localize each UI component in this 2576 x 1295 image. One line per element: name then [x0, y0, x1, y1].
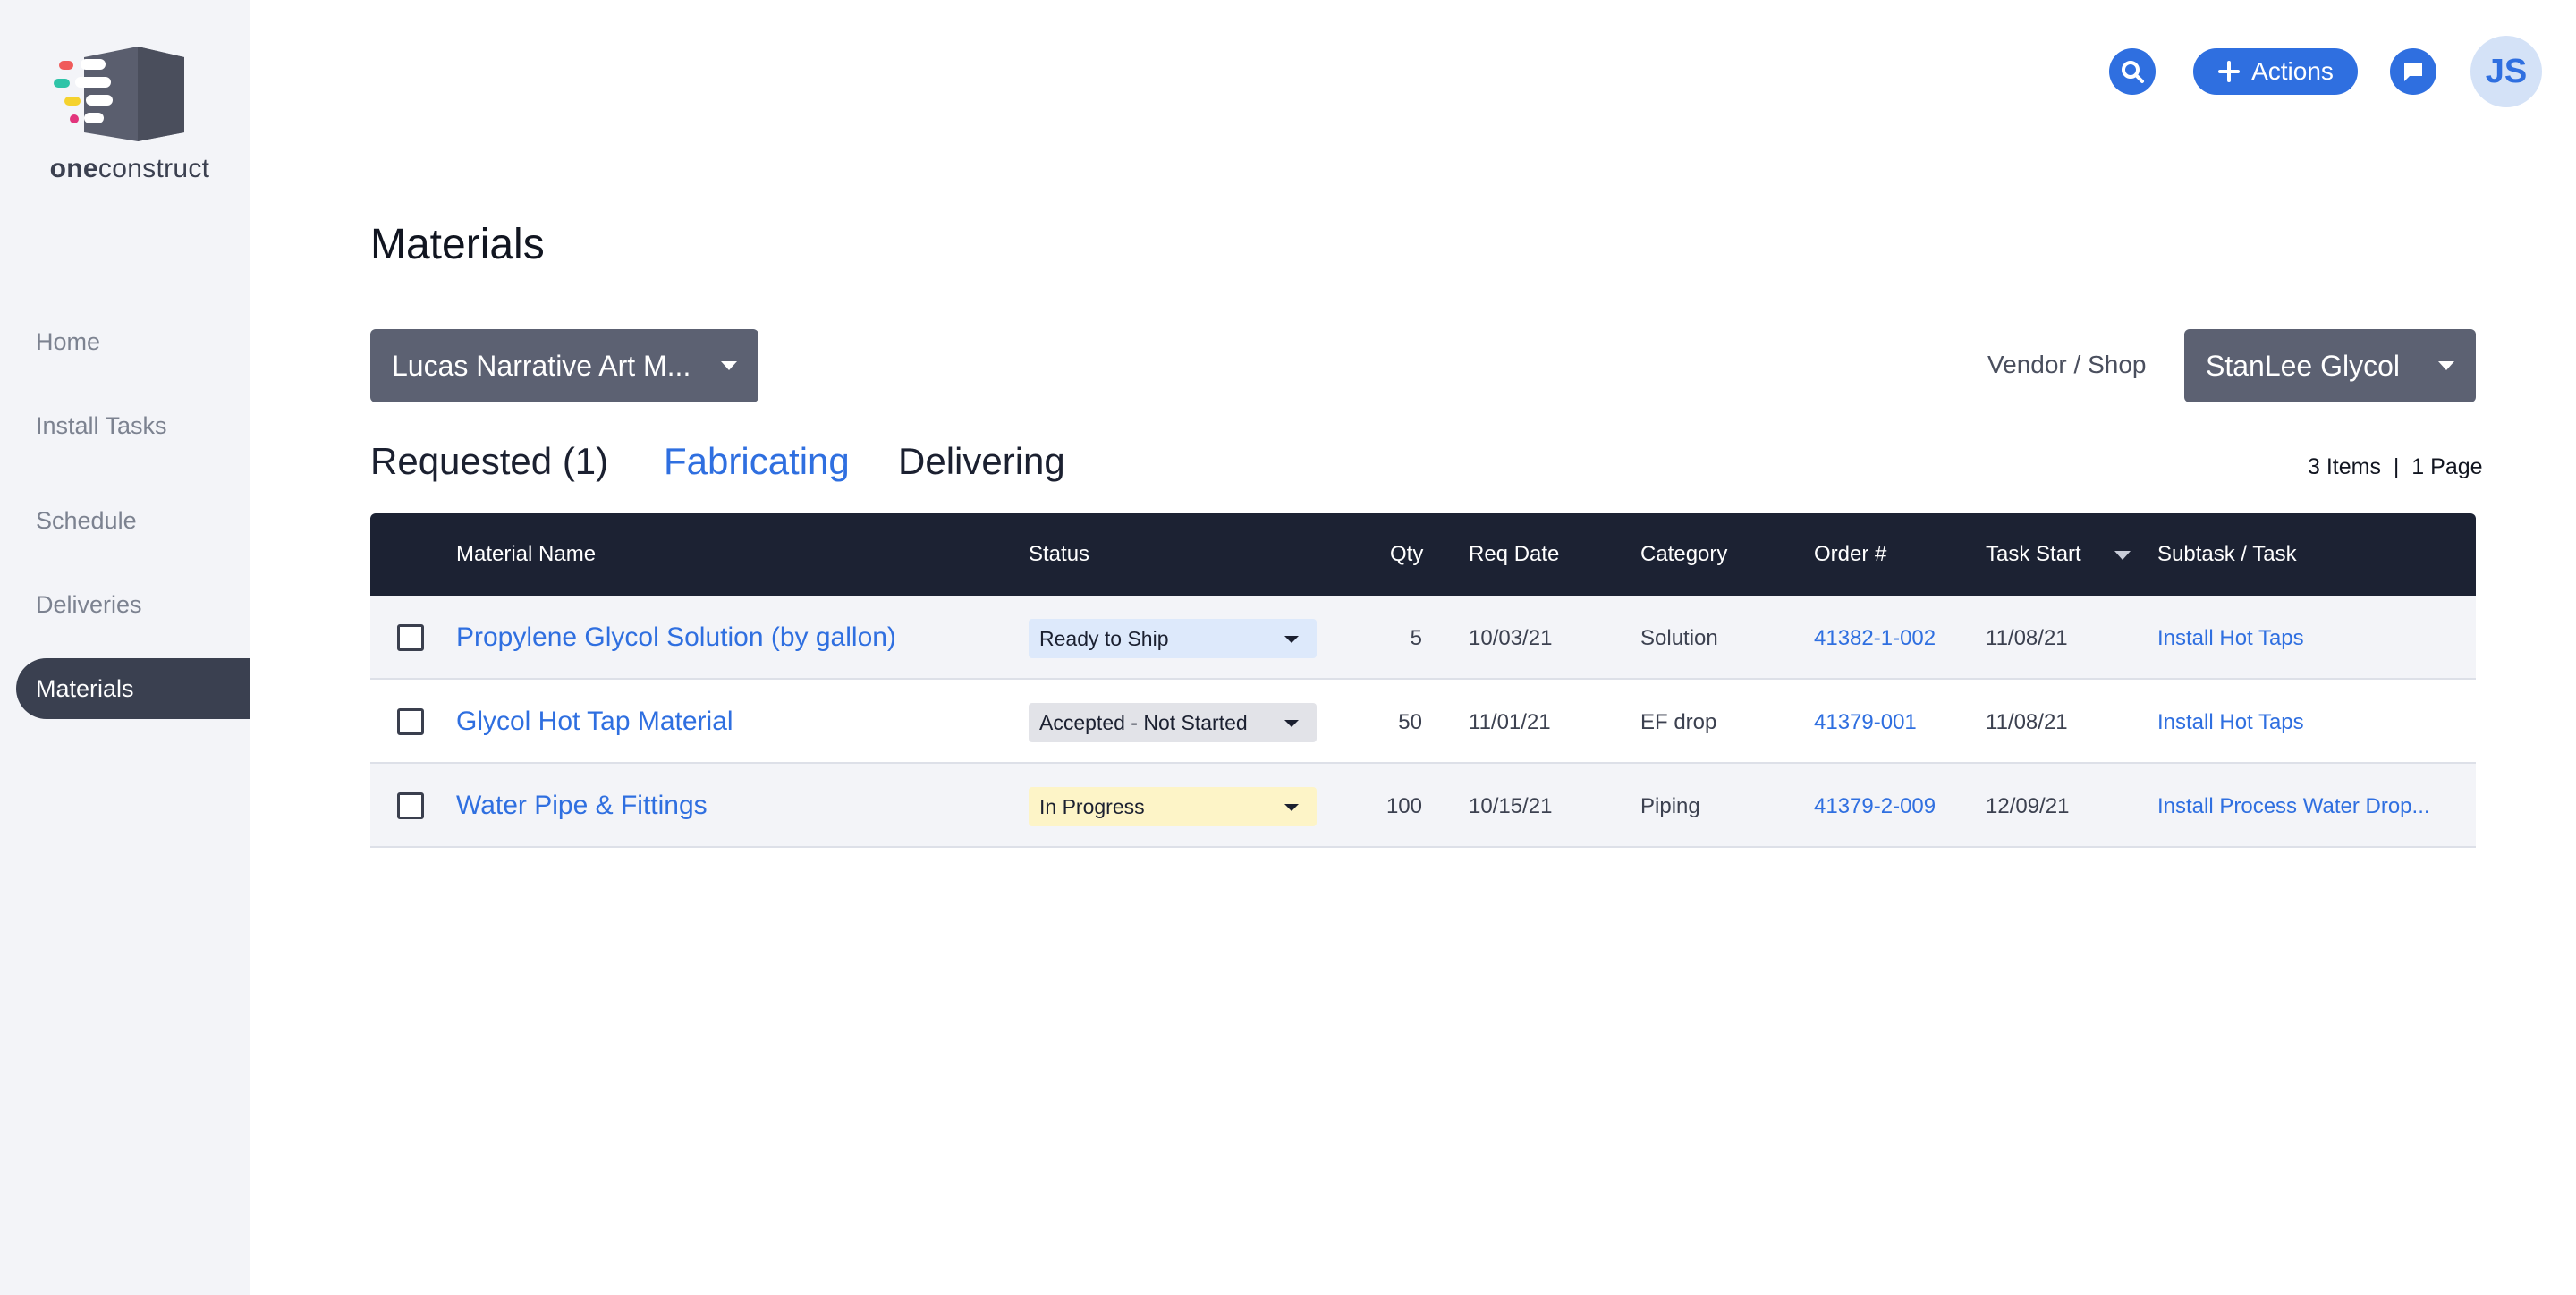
chat-icon: [2404, 63, 2422, 81]
status-value: In Progress: [1039, 794, 1145, 818]
sidebar-item-deliveries[interactable]: Deliveries: [16, 574, 250, 635]
column-header-status[interactable]: Status: [1029, 542, 1089, 567]
vendor-dropdown-value: StanLee Glycol: [2206, 349, 2401, 382]
actions-button[interactable]: Actions: [2193, 48, 2358, 95]
sidebar-item-label: Schedule: [36, 506, 137, 534]
subtask-link[interactable]: Install Process Water Drop...: [2157, 794, 2430, 819]
oneconstruct-logo[interactable]: oneconstruct: [45, 45, 215, 188]
subtask-link[interactable]: Install Hot Taps: [2157, 626, 2304, 651]
logo-mark-icon: [54, 47, 184, 141]
qty-value: 100: [1385, 794, 1422, 818]
chevron-down-icon: [1284, 636, 1299, 643]
sidebar-item-schedule[interactable]: Schedule: [16, 490, 250, 551]
category-value: Solution: [1640, 626, 1718, 650]
sidebar-item-home[interactable]: Home: [16, 311, 250, 372]
qty-value: 50: [1398, 710, 1422, 734]
row-checkbox[interactable]: [397, 792, 424, 819]
pagination-summary: 3 Items | 1 Page: [2308, 454, 2483, 480]
chevron-down-icon: [721, 361, 737, 370]
search-icon: [2122, 61, 2144, 83]
order-link[interactable]: 41379-2-009: [1814, 794, 1936, 819]
req-date-value: 10/03/21: [1469, 626, 1553, 650]
avatar-initials: JS: [2485, 52, 2528, 90]
material-name-link[interactable]: Propylene Glycol Solution (by gallon): [456, 622, 896, 653]
category-value: EF drop: [1640, 710, 1717, 734]
status-value: Ready to Ship: [1039, 626, 1169, 650]
status-select[interactable]: In Progress: [1029, 787, 1317, 826]
vendor-label: Vendor / Shop: [1987, 351, 2147, 378]
task-start-value: 12/09/21: [1986, 794, 2070, 818]
sidebar-item-materials[interactable]: Materials: [16, 658, 250, 719]
order-link[interactable]: 41379-001: [1814, 710, 1917, 735]
table-row: Glycol Hot Tap Material Accepted - Not S…: [370, 680, 2476, 764]
chat-button[interactable]: [2390, 48, 2436, 95]
column-header-req-date[interactable]: Req Date: [1469, 542, 1559, 567]
status-value: Accepted - Not Started: [1039, 710, 1248, 734]
table-row: Propylene Glycol Solution (by gallon) Re…: [370, 596, 2476, 680]
vendor-dropdown[interactable]: StanLee Glycol: [2184, 329, 2476, 402]
tab-delivering[interactable]: Delivering: [898, 440, 1065, 483]
project-dropdown[interactable]: Lucas Narrative Art M...: [370, 329, 758, 402]
material-name-link[interactable]: Glycol Hot Tap Material: [456, 707, 733, 737]
task-start-value: 11/08/21: [1986, 626, 2068, 650]
row-checkbox[interactable]: [397, 708, 424, 735]
tab-fabricating[interactable]: Fabricating: [664, 440, 850, 483]
material-name-link[interactable]: Water Pipe & Fittings: [456, 791, 708, 821]
plus-icon: [2218, 61, 2241, 82]
category-value: Piping: [1640, 794, 1700, 818]
status-select[interactable]: Accepted - Not Started: [1029, 703, 1317, 742]
chevron-down-icon: [1284, 720, 1299, 727]
tab-requested[interactable]: Requested (1): [370, 440, 608, 483]
sidebar-item-label: Deliveries: [36, 590, 142, 618]
task-start-value: 11/08/21: [1986, 710, 2068, 734]
column-header-order[interactable]: Order #: [1814, 542, 1886, 567]
logo-text: oneconstruct: [49, 154, 210, 183]
sidebar-item-install-tasks[interactable]: Install Tasks: [16, 395, 250, 456]
status-select[interactable]: Ready to Ship: [1029, 619, 1317, 658]
column-header-task-start[interactable]: Task Start: [1986, 542, 2081, 567]
sort-desc-icon[interactable]: [2114, 551, 2131, 560]
table-header: Material Name Status Qty Req Date Catego…: [370, 513, 2476, 596]
page-title: Materials: [370, 221, 545, 268]
column-header-category[interactable]: Category: [1640, 542, 1727, 567]
avatar[interactable]: JS: [2470, 36, 2542, 107]
sidebar-item-label: Materials: [36, 674, 134, 702]
req-date-value: 10/15/21: [1469, 794, 1553, 818]
item-count: 3 Items: [2308, 454, 2381, 479]
table-row: Water Pipe & Fittings In Progress 100 10…: [370, 764, 2476, 848]
req-date-value: 11/01/21: [1469, 710, 1551, 734]
sidebar: oneconstruct Home Install Tasks Schedule…: [0, 0, 250, 1295]
qty-value: 5: [1410, 626, 1422, 650]
project-dropdown-value: Lucas Narrative Art M...: [392, 349, 691, 382]
chevron-down-icon: [1284, 804, 1299, 811]
row-checkbox[interactable]: [397, 624, 424, 651]
search-button[interactable]: [2109, 48, 2156, 95]
column-header-subtask[interactable]: Subtask / Task: [2157, 542, 2297, 567]
pager-separator: |: [2393, 454, 2400, 479]
column-header-material-name[interactable]: Material Name: [456, 542, 596, 567]
actions-label: Actions: [2251, 57, 2334, 85]
chevron-down-icon: [2438, 361, 2454, 370]
subtask-link[interactable]: Install Hot Taps: [2157, 710, 2304, 735]
column-header-qty[interactable]: Qty: [1390, 542, 1423, 567]
materials-table: Material Name Status Qty Req Date Catego…: [370, 513, 2476, 848]
page-count: 1 Page: [2411, 454, 2483, 479]
sidebar-item-label: Home: [36, 327, 101, 355]
sidebar-item-label: Install Tasks: [36, 411, 167, 439]
order-link[interactable]: 41382-1-002: [1814, 626, 1936, 651]
